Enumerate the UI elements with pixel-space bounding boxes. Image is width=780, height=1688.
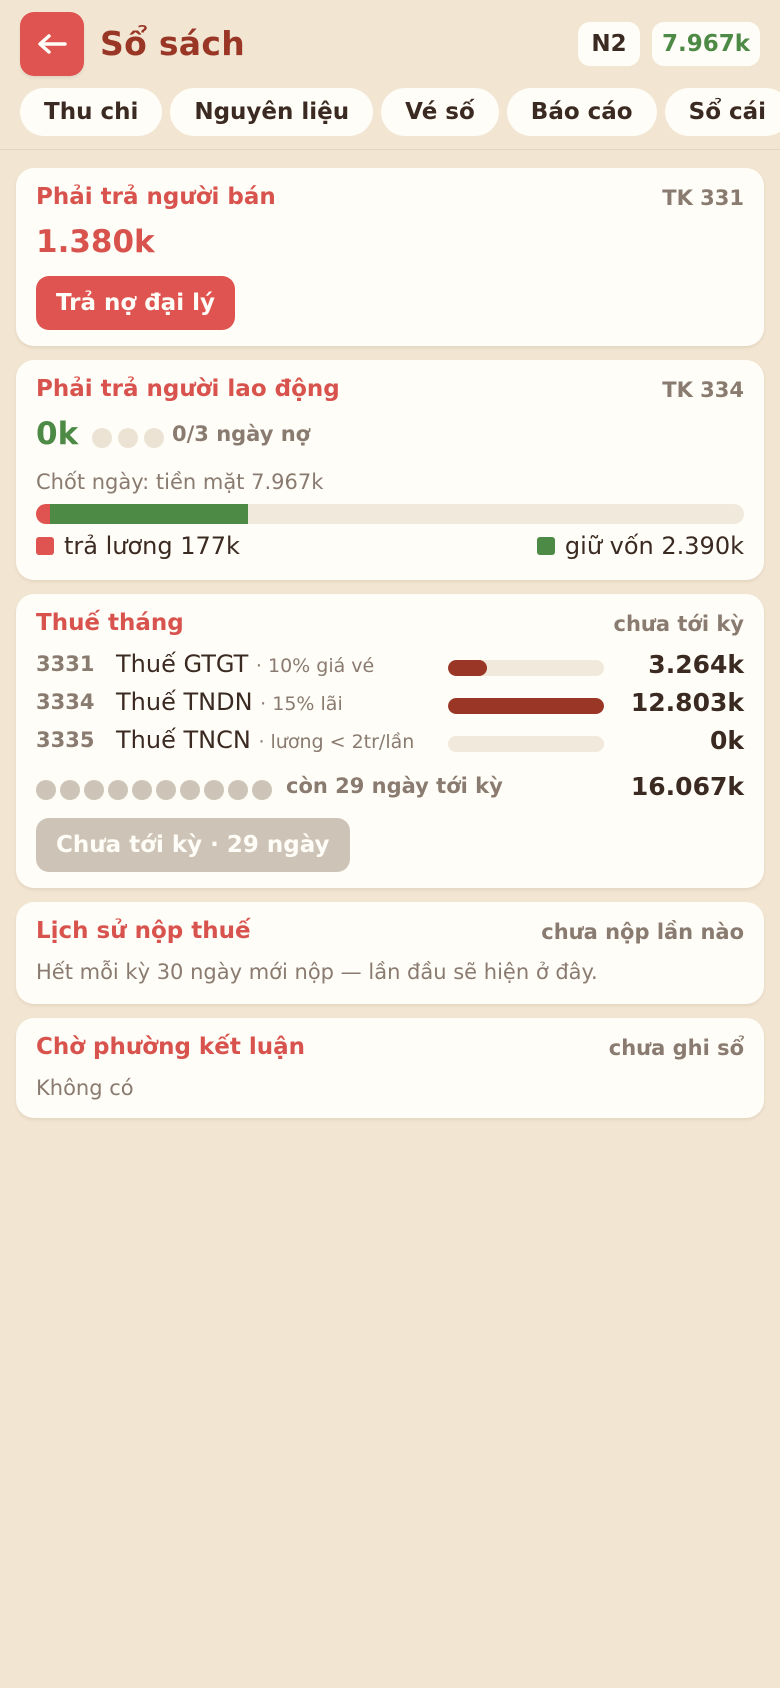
- debt-days-label: 0/3 ngày nợ: [172, 422, 311, 446]
- top-bar: Sổ sách N2 7.967k Thu chi Nguyên liệu Vé s…: [0, 0, 780, 150]
- history-description: Hết mỗi kỳ 30 ngày mới nộp — lần đầu sẽ …: [36, 960, 598, 984]
- monthly-tax-card: Thuế tháng chưa tới kỳ 3331 Thuế GTGT · …: [16, 594, 764, 888]
- daily-close-line: Chốt ngày: tiền mặt 7.967k: [36, 470, 324, 494]
- card-title: Chờ phường kết luận: [36, 1034, 305, 1060]
- payable-seller-card: Phải trả người bán TK 331 1.380k Trả nợ …: [16, 168, 764, 346]
- payable-labor-card: Phải trả người lao động TK 334 0k 0/3 ng…: [16, 360, 764, 580]
- tax-status: chưa tới kỳ: [613, 612, 744, 636]
- page-title: Sổ sách: [100, 24, 245, 63]
- divider: [0, 149, 780, 150]
- tax-row: 3334 Thuế TNDN · 15% lãi 12.803k: [36, 688, 744, 722]
- period-dot: [228, 780, 248, 800]
- period-dot: [108, 780, 128, 800]
- tax-bar: [448, 736, 604, 752]
- tax-amount: 3.264k: [648, 650, 744, 679]
- tab-bao-cao[interactable]: Báo cáo: [506, 88, 657, 136]
- payable-amount: 1.380k: [36, 224, 155, 260]
- tax-amount: 0k: [709, 726, 744, 755]
- debt-day-dot: [144, 428, 164, 448]
- legend-swatch-green: [536, 537, 555, 555]
- tax-note: · 15% lãi: [260, 693, 343, 715]
- period-dot: [204, 780, 224, 800]
- tab-thu-chi[interactable]: Thu chi: [20, 88, 163, 136]
- tax-name-text: Thuế TNDN: [116, 688, 253, 716]
- capital-segment: [50, 504, 249, 524]
- pay-agent-debt-button[interactable]: Trả nợ đại lý: [36, 276, 235, 330]
- period-dot: [180, 780, 200, 800]
- salary-segment: [36, 504, 51, 524]
- card-title: Phải trả người lao động: [36, 376, 340, 402]
- legend-salary: trả lương 177k: [36, 532, 240, 560]
- tax-code: 3331: [36, 652, 95, 676]
- period-countdown: còn 29 ngày tới kỳ: [286, 774, 503, 798]
- back-button[interactable]: [20, 12, 84, 76]
- pay-tax-button-disabled[interactable]: Chưa tới kỳ · 29 ngày: [36, 818, 350, 872]
- history-status: chưa nộp lần nào: [541, 920, 744, 944]
- tax-bar: [448, 698, 604, 714]
- day-badge: N2: [578, 22, 640, 66]
- tax-history-card: Lịch sử nộp thuế chưa nộp lần nào Hết mỗ…: [16, 902, 764, 1004]
- tax-name-text: Thuế GTGT: [116, 650, 249, 678]
- ward-conclusion-card: Chờ phường kết luận chưa ghi sổ Không có: [16, 1018, 764, 1118]
- tax-name: Thuế GTGT · 10% giá vé: [116, 650, 374, 678]
- tab-so-cai[interactable]: Sổ cái: [664, 88, 780, 136]
- tab-bar: Thu chi Nguyên liệu Vé số Báo cáo Sổ cái: [20, 88, 780, 136]
- tab-nguyen-lieu[interactable]: Nguyên liệu: [170, 88, 374, 136]
- debt-day-dots: [92, 428, 164, 448]
- tax-note: · 10% giá vé: [255, 655, 375, 677]
- tax-note: · lương < 2tr/lần: [258, 731, 415, 753]
- legend-salary-label: trả lương 177k: [64, 532, 240, 560]
- debt-day-dot: [118, 428, 138, 448]
- tax-name-text: Thuế TNCN: [116, 726, 251, 754]
- tax-row: 3335 Thuế TNCN · lương < 2tr/lần 0k: [36, 726, 744, 760]
- tax-code: 3334: [36, 690, 95, 714]
- tax-total: 16.067k: [630, 772, 744, 801]
- account-code: TK 331: [662, 186, 744, 210]
- card-title: Lịch sử nộp thuế: [36, 918, 251, 944]
- arrow-left-icon: [38, 34, 67, 54]
- debt-day-dot: [92, 428, 112, 448]
- legend-swatch-red: [36, 537, 54, 555]
- cash-split-bar: [36, 504, 744, 524]
- tax-name: Thuế TNCN · lương < 2tr/lần: [116, 726, 414, 754]
- tax-row: 3331 Thuế GTGT · 10% giá vé 3.264k: [36, 650, 744, 684]
- tab-ve-so[interactable]: Vé số: [381, 88, 499, 136]
- tax-amount: 12.803k: [630, 688, 744, 717]
- tax-bar-fill: [448, 698, 604, 714]
- legend-capital-label: giữ vốn 2.390k: [564, 532, 744, 560]
- card-title: Thuế tháng: [36, 610, 184, 636]
- tax-code: 3335: [36, 728, 95, 752]
- tax-bar-fill: [448, 660, 487, 676]
- payable-amount: 0k: [36, 416, 79, 452]
- legend-capital: giữ vốn 2.390k: [536, 532, 744, 560]
- account-code: TK 334: [662, 378, 744, 402]
- ward-status: chưa ghi sổ: [608, 1036, 744, 1060]
- tax-bar: [448, 660, 604, 676]
- cash-badge: 7.967k: [652, 22, 760, 66]
- card-title: Phải trả người bán: [36, 184, 276, 210]
- ward-description: Không có: [36, 1076, 134, 1100]
- period-dot: [60, 780, 80, 800]
- period-dot: [36, 780, 56, 800]
- tax-name: Thuế TNDN · 15% lãi: [116, 688, 343, 716]
- period-dot: [84, 780, 104, 800]
- period-dot: [156, 780, 176, 800]
- period-dot: [132, 780, 152, 800]
- period-dot: [252, 780, 272, 800]
- period-progress-dots: [36, 780, 272, 800]
